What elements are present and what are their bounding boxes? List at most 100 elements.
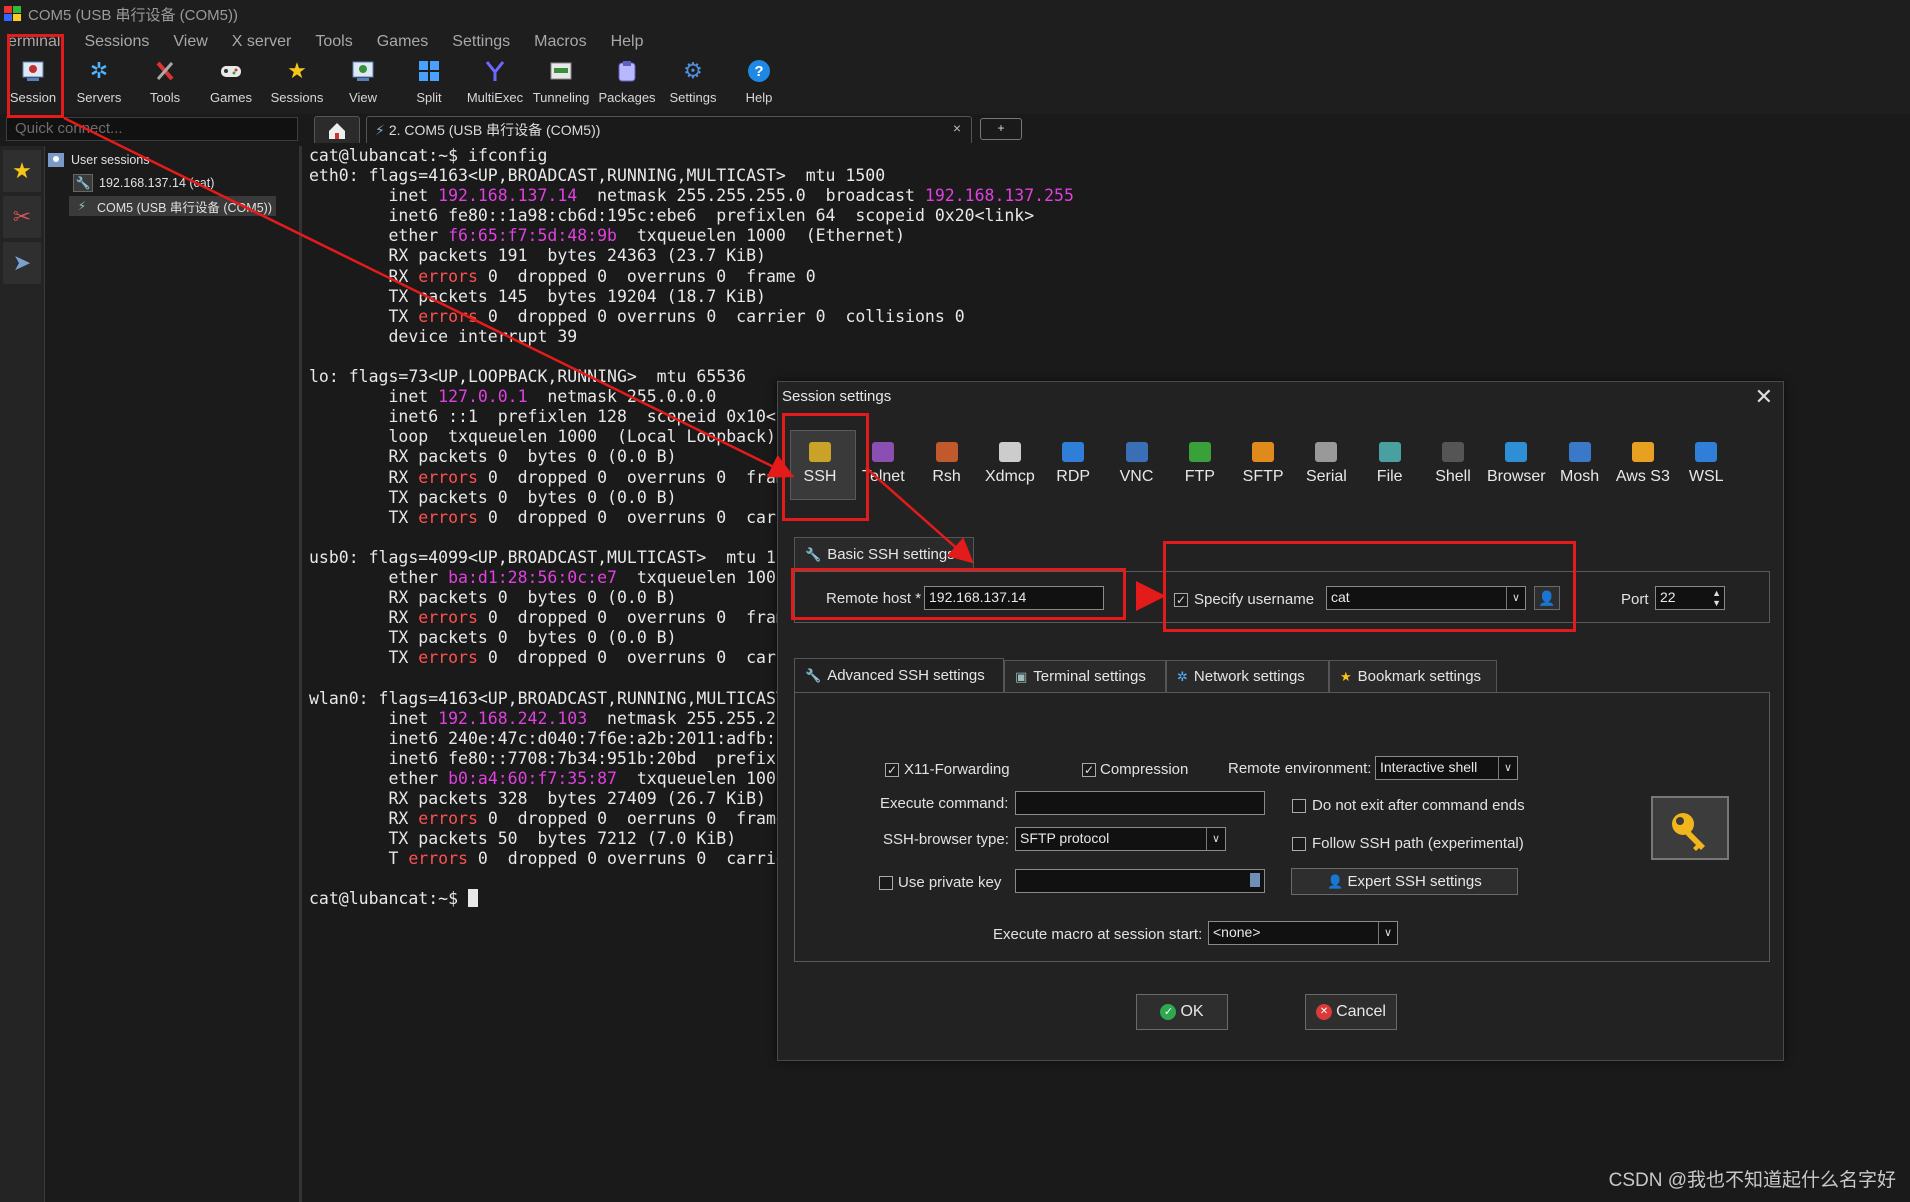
tools-side-tab[interactable]: ✂ (3, 196, 41, 238)
tab-terminal-settings[interactable]: ▣ Terminal settings (1004, 660, 1166, 692)
tab-label: Basic SSH settings (827, 546, 955, 563)
protocol-serial-button[interactable]: Serial (1296, 442, 1356, 486)
menu-games[interactable]: Games (377, 33, 429, 51)
session-settings-dialog: Session settings ✕ SSH Telnet Rsh Xdmcp RDP V… (777, 381, 1784, 1061)
terminal-text: errors (408, 849, 468, 869)
toolbar-sessions-button[interactable]: ★ Sessions (264, 56, 330, 114)
protocol-label: Serial (1305, 468, 1347, 485)
remote-environment-select[interactable]: Interactive shell ∨ (1375, 756, 1518, 780)
protocol-file-button[interactable]: File (1360, 442, 1420, 486)
follow-ssh-path-checkbox[interactable] (1292, 837, 1306, 851)
spinner-arrows-icon[interactable]: ▲ ▼ (1712, 588, 1721, 608)
toolbar-packages-button[interactable]: Packages (594, 56, 660, 114)
x11-forwarding-checkbox[interactable]: ✓ (885, 763, 899, 777)
terminal-text: inet (309, 708, 439, 728)
terminal-text: RX packets 191 bytes 24363 (23.7 KiB) (309, 246, 766, 266)
toolbar-split-button[interactable]: Split (396, 56, 462, 114)
toolbar-servers-button[interactable]: ✲ Servers (66, 56, 132, 114)
protocol-ftp-button[interactable]: FTP (1170, 442, 1230, 486)
tab-com5[interactable]: ⚡ 2. COM5 (USB 串行设备 (COM5)) × (366, 116, 972, 143)
tab-advanced-ssh-settings[interactable]: 🔧 Advanced SSH settings (794, 658, 1004, 692)
execute-command-input[interactable] (1015, 791, 1265, 815)
execute-macro-label: Execute macro at session start: (993, 926, 1203, 943)
menu-settings[interactable]: Settings (452, 33, 510, 51)
use-private-key-checkbox[interactable] (879, 876, 893, 890)
terminal-text: TX (309, 306, 419, 326)
protocol-label: Aws S3 (1615, 468, 1670, 485)
sessions-star-tab[interactable]: ★ (3, 150, 41, 192)
toolbar-games-button[interactable]: Games (198, 56, 264, 114)
menu-help[interactable]: Help (611, 33, 644, 51)
file-icon[interactable] (1250, 873, 1260, 887)
toolbar-help-button[interactable]: ? Help (726, 56, 792, 114)
menu-tools[interactable]: Tools (315, 33, 352, 51)
toolbar-label: Games (210, 90, 252, 105)
port-spinner[interactable]: 22 ▲ ▼ (1655, 586, 1725, 610)
protocol-vnc-button[interactable]: VNC (1107, 442, 1167, 486)
mobaxterm-app-icon (4, 6, 22, 22)
session-tree: User sessions 🔧 192.168.137.14 (cat) ⚡ C… (45, 146, 302, 1202)
compression-checkbox[interactable]: ✓ (1082, 763, 1096, 777)
menu-macros[interactable]: Macros (534, 33, 586, 51)
terminal-text: loop txqueuelen 1000 (Local Loopback) (309, 427, 776, 447)
terminal-text: device interrupt 39 (309, 326, 578, 346)
rdp-icon (1062, 442, 1085, 462)
menu-xserver[interactable]: X server (232, 33, 292, 51)
protocol-browser-button[interactable]: Browser (1486, 442, 1546, 486)
toolbar-settings-button[interactable]: ⚙ Settings (660, 56, 726, 114)
protocol-mosh-button[interactable]: Mosh (1550, 442, 1610, 486)
window-title: COM5 (USB 串行设备 (COM5)) (28, 6, 239, 24)
quick-connect-input[interactable]: Quick connect... (6, 117, 298, 141)
new-tab-button[interactable]: + (980, 118, 1022, 140)
terminal-text: inet6 fe80::7708:7b34:951b:20bd prefixle… (309, 748, 836, 768)
x11-forwarding-label: X11-Forwarding (904, 761, 1010, 778)
protocol-sftp-button[interactable]: SFTP (1233, 442, 1293, 486)
protocol-xdmcp-button[interactable]: Xdmcp (980, 442, 1040, 486)
chevron-down-icon[interactable]: ∨ (1206, 828, 1225, 850)
tree-root-user-sessions[interactable]: User sessions (47, 150, 150, 170)
ssh-browser-type-select[interactable]: SFTP protocol ∨ (1015, 827, 1226, 851)
protocol-shell-button[interactable]: Shell (1423, 442, 1483, 486)
chevron-down-icon[interactable]: ∨ (1498, 757, 1517, 779)
toolbar-multiexec-button[interactable]: MultiExec (462, 56, 528, 114)
tree-item-ssh-session[interactable]: 🔧 192.168.137.14 (cat) (73, 173, 214, 193)
home-tab[interactable] (314, 116, 360, 143)
tab-close-icon[interactable]: × (953, 120, 961, 136)
protocol-rsh-button[interactable]: Rsh (917, 442, 977, 486)
toolbar-label: Split (416, 90, 442, 105)
do-not-exit-checkbox[interactable] (1292, 799, 1306, 813)
tab-bookmark-settings[interactable]: ★ Bookmark settings (1329, 660, 1497, 692)
chevron-down-icon[interactable]: ∨ (1378, 922, 1397, 944)
execute-macro-select[interactable]: <none> ∨ (1208, 921, 1398, 945)
toolbar-tools-button[interactable]: Tools (132, 56, 198, 114)
protocol-label: RDP (1056, 468, 1091, 485)
protocol-label: Rsh (932, 468, 961, 485)
expert-ssh-settings-button[interactable]: 👤 Expert SSH settings (1291, 868, 1518, 895)
main-toolbar: Session ✲ Servers Tools Games ★ Sessions… (0, 56, 1910, 114)
paper-plane-icon: ➤ (12, 250, 32, 275)
terminal-text: ether (309, 768, 449, 788)
tools-icon: ✂ (12, 204, 32, 229)
toolbar-view-button[interactable]: View (330, 56, 396, 114)
tab-basic-ssh-settings[interactable]: 🔧 Basic SSH settings (794, 537, 974, 571)
protocol-aws-s3-button[interactable]: Aws S3 (1613, 442, 1673, 486)
toolbar-label: View (349, 90, 377, 105)
multiexec-icon (482, 58, 508, 84)
tree-item-com5-session[interactable]: ⚡ COM5 (USB 串行设备 (COM5)) (69, 196, 277, 216)
toolbar-tunneling-button[interactable]: Tunneling (528, 56, 594, 114)
menu-view[interactable]: View (173, 33, 207, 51)
protocol-wsl-button[interactable]: WSL (1676, 442, 1736, 486)
split-icon (416, 58, 442, 84)
tab-network-settings[interactable]: ✲ Network settings (1166, 660, 1329, 692)
protocol-rdp-button[interactable]: RDP (1043, 442, 1103, 486)
ok-button[interactable]: ✓ OK (1136, 994, 1228, 1030)
dialog-close-icon[interactable]: ✕ (1755, 384, 1773, 410)
tab-strip: ⚡ 2. COM5 (USB 串行设备 (COM5)) × + (310, 114, 1910, 144)
cancel-button[interactable]: ✕ Cancel (1305, 994, 1397, 1030)
macros-side-tab[interactable]: ➤ (3, 242, 41, 284)
menu-sessions[interactable]: Sessions (84, 33, 149, 51)
private-key-input[interactable] (1015, 869, 1265, 893)
packages-icon (614, 58, 640, 84)
terminal-text: netmask 255.255.255.0 broadcast (577, 186, 925, 206)
terminal-text: TX (309, 507, 419, 527)
